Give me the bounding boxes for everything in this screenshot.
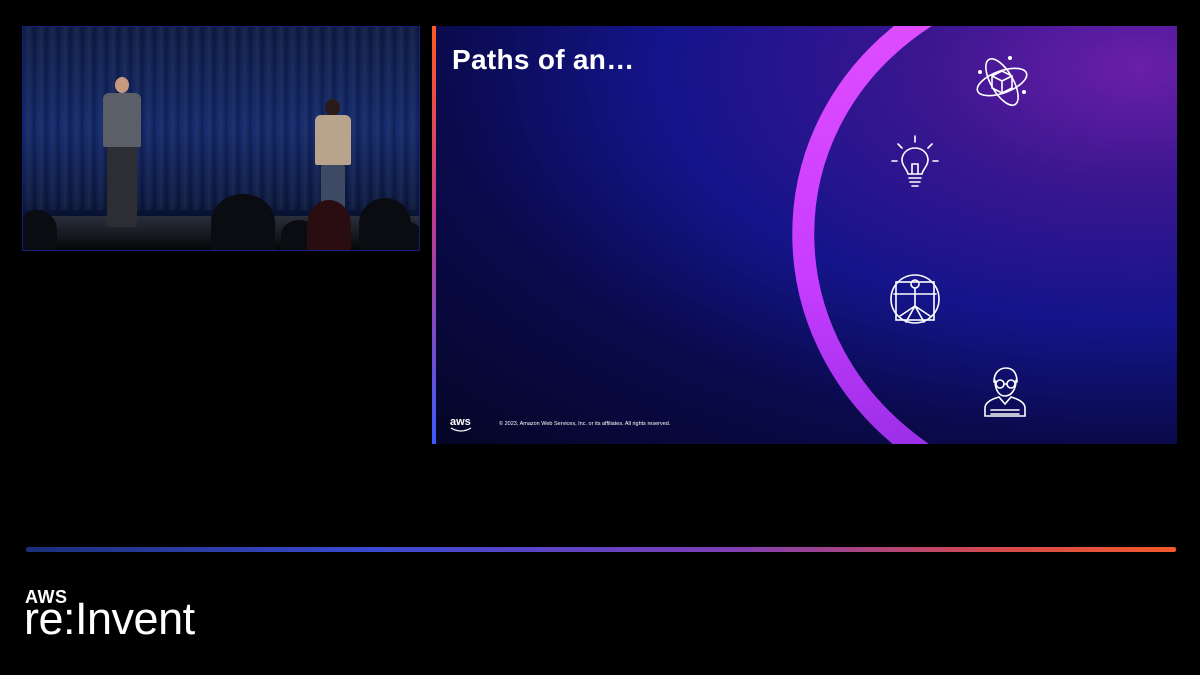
speaker-male	[95, 77, 145, 227]
audience-silhouette	[211, 194, 275, 250]
audience-silhouette	[23, 210, 57, 250]
lightbulb-icon	[891, 135, 939, 187]
audience-silhouette	[307, 200, 351, 250]
person-glasses-icon	[984, 367, 1026, 417]
gradient-divider	[26, 547, 1176, 552]
vitruvian-man-icon	[890, 274, 940, 324]
logo-reinvent-text: re:Invent	[24, 593, 195, 644]
aws-smile-icon	[450, 427, 472, 432]
aws-logo-small: aws	[450, 416, 472, 432]
presentation-slide: Paths of an… aws © 2023, Amazon Web Serv…	[432, 26, 1177, 444]
stage-curtain	[23, 27, 419, 210]
audience-silhouette	[393, 222, 419, 250]
atom-cube-icon	[976, 56, 1028, 106]
accent-arc	[792, 26, 932, 444]
slide-copyright: © 2023, Amazon Web Services, Inc. or its…	[499, 421, 671, 427]
speaker-video	[22, 26, 420, 251]
